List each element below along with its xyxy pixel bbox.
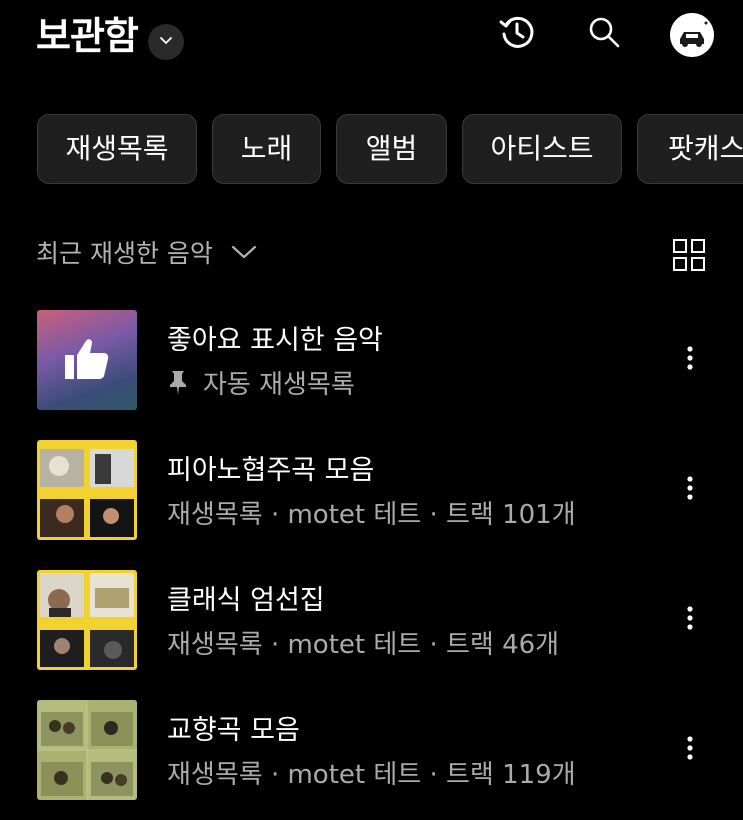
item-subtitle: 재생목록 · motet 테트 · 트랙 101개: [167, 500, 576, 530]
more-options-button[interactable]: [672, 730, 708, 770]
chevron-down-icon: [231, 244, 257, 260]
search-icon: [585, 13, 623, 55]
more-options-button[interactable]: [672, 600, 708, 640]
chip-songs[interactable]: 노래: [212, 114, 321, 184]
chevron-down-icon: [158, 32, 174, 52]
more-vert-icon: [686, 476, 694, 504]
chip-playlists[interactable]: 재생목록: [37, 114, 197, 184]
list-item[interactable]: 좋아요 표시한 음악 자동 재생목록: [0, 310, 743, 414]
list-item[interactable]: 클래식 엄선집 재생목록 · motet 테트 · 트랙 46개: [0, 570, 743, 674]
pin-icon: [167, 369, 189, 397]
item-subtitle: 재생목록 · motet 테트 · 트랙 119개: [167, 760, 576, 790]
page-title: 보관함: [36, 14, 139, 58]
item-title: 교향곡 모음: [167, 715, 300, 746]
item-subtitle-text: 자동 재생목록: [203, 370, 355, 400]
library-dropdown-button[interactable]: [148, 24, 184, 60]
list-item[interactable]: 피아노협주곡 모음 재생목록 · motet 테트 · 트랙 101개: [0, 440, 743, 544]
item-title: 피아노협주곡 모음: [167, 455, 375, 486]
top-bar: 보관함: [0, 0, 743, 80]
item-subtitle: 재생목록 · motet 테트 · 트랙 46개: [167, 630, 560, 660]
playlist-thumbnail: [37, 700, 137, 800]
item-subtitle: 자동 재생목록: [167, 364, 355, 401]
item-title: 클래식 엄선집: [167, 585, 325, 616]
search-button[interactable]: [584, 14, 624, 54]
chip-albums[interactable]: 앨범: [336, 114, 447, 184]
thumbs-up-icon: [62, 333, 112, 387]
liked-music-thumbnail: [37, 310, 137, 410]
filter-chips: 재생목록 노래 앨범 아티스트 팟캐스: [0, 114, 743, 186]
more-options-button[interactable]: [672, 340, 708, 380]
history-icon: [498, 13, 536, 55]
grid-view-toggle[interactable]: [672, 238, 706, 272]
history-button[interactable]: [497, 14, 537, 54]
more-vert-icon: [686, 736, 694, 764]
item-title: 좋아요 표시한 음악: [167, 325, 383, 356]
playlist-thumbnail: [37, 440, 137, 540]
more-options-button[interactable]: [672, 470, 708, 510]
more-vert-icon: [686, 606, 694, 634]
avatar[interactable]: [670, 13, 714, 57]
sort-label: 최근 재생한 음악: [36, 239, 213, 268]
playlist-thumbnail: [37, 570, 137, 670]
grid-icon: [672, 239, 706, 276]
list-item[interactable]: 교향곡 모음 재생목록 · motet 테트 · 트랙 119개: [0, 700, 743, 804]
chip-artists[interactable]: 아티스트: [462, 114, 622, 184]
chip-podcasts[interactable]: 팟캐스: [637, 114, 743, 184]
sort-selector[interactable]: 최근 재생한 음악: [36, 230, 257, 274]
more-vert-icon: [686, 346, 694, 374]
